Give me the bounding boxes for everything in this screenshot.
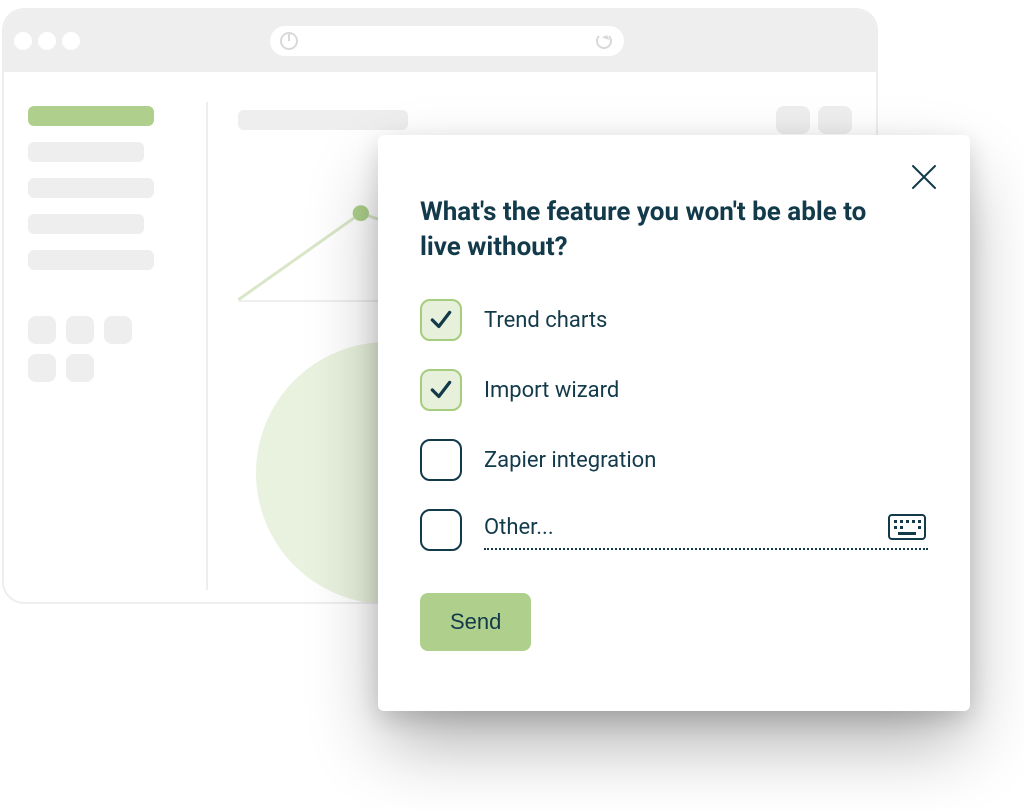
sidebar-grid — [28, 316, 138, 382]
survey-option-other[interactable]: Other... — [420, 509, 928, 551]
survey-option[interactable]: Import wizard — [420, 369, 928, 411]
sidebar-item[interactable] — [28, 106, 154, 126]
checkbox[interactable] — [420, 509, 462, 551]
sidebar-tile[interactable] — [104, 316, 132, 344]
sidebar-item[interactable] — [28, 214, 144, 234]
survey-option[interactable]: Trend charts — [420, 299, 928, 341]
keyboard-icon — [888, 514, 926, 540]
option-label: Trend charts — [484, 308, 607, 333]
sidebar-item[interactable] — [28, 250, 154, 270]
checkbox[interactable] — [420, 299, 462, 341]
other-placeholder: Other... — [484, 515, 874, 540]
survey-question: What's the feature you won't be able to … — [420, 195, 890, 265]
sidebar-item[interactable] — [28, 142, 144, 162]
sidebar-tile[interactable] — [28, 316, 56, 344]
survey-options: Trend charts Import wizard Zapier integr… — [420, 299, 928, 551]
other-input[interactable]: Other... — [484, 510, 928, 550]
close-icon[interactable] — [908, 161, 940, 193]
panel-title-placeholder — [238, 110, 408, 130]
sidebar-tile[interactable] — [66, 354, 94, 382]
refresh-icon[interactable] — [596, 33, 612, 49]
option-label: Import wizard — [484, 378, 619, 403]
window-dot — [14, 32, 32, 50]
panel-header — [238, 106, 852, 134]
view-toggles — [776, 106, 852, 134]
send-button[interactable]: Send — [420, 593, 531, 651]
survey-option[interactable]: Zapier integration — [420, 439, 928, 481]
browser-chrome — [4, 10, 876, 72]
survey-popup: What's the feature you won't be able to … — [378, 135, 970, 711]
window-dot — [62, 32, 80, 50]
window-controls — [14, 32, 80, 50]
view-toggle[interactable] — [776, 106, 810, 134]
sidebar-tile[interactable] — [66, 316, 94, 344]
view-toggle[interactable] — [818, 106, 852, 134]
sidebar-tile[interactable] — [28, 354, 56, 382]
window-dot — [38, 32, 56, 50]
sidebar — [28, 96, 176, 590]
option-label: Zapier integration — [484, 448, 656, 473]
checkbox[interactable] — [420, 439, 462, 481]
checkbox[interactable] — [420, 369, 462, 411]
divider — [206, 102, 208, 590]
sidebar-item[interactable] — [28, 178, 154, 198]
address-bar[interactable] — [270, 26, 624, 56]
